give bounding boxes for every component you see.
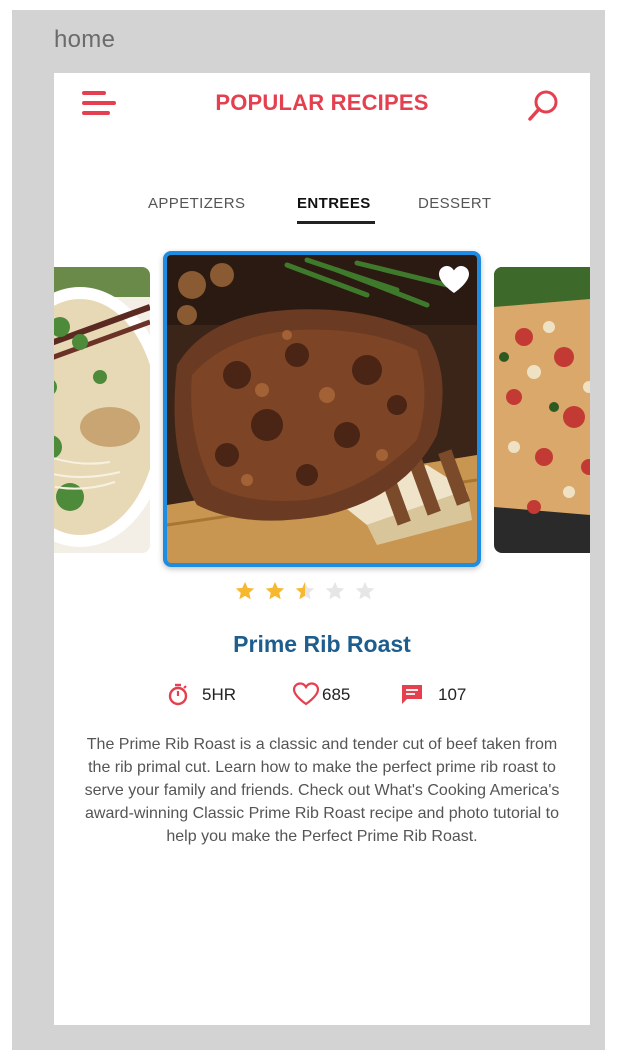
star-empty-icon [325, 581, 345, 600]
star-empty-icon [355, 581, 375, 600]
recipe-card-soup[interactable] [54, 267, 150, 553]
stopwatch-icon [168, 683, 188, 706]
favorite-heart-icon[interactable] [437, 265, 471, 295]
tab-entrees[interactable]: ENTREES [297, 195, 371, 212]
star-half-icon [295, 581, 315, 600]
prime-rib-photo [167, 255, 477, 563]
phone-screen: POPULAR RECIPES APPETIZERS ENTREES DESSE… [54, 73, 590, 1025]
star-full-icon [235, 581, 255, 600]
comments-count: 107 [438, 685, 467, 704]
app-header: POPULAR RECIPES [54, 73, 590, 143]
comment-icon[interactable] [400, 682, 424, 706]
cook-time: 5HR [202, 685, 237, 704]
recipe-title: Prime Rib Roast [233, 631, 411, 657]
heart-outline-icon[interactable] [292, 682, 320, 706]
page-title: POPULAR RECIPES [215, 90, 429, 115]
recipe-stats: 5HR 685 107 [54, 678, 590, 708]
featured-recipe-card[interactable] [163, 251, 481, 567]
star-rating [234, 580, 414, 604]
frame-label: home [54, 26, 116, 53]
search-icon[interactable] [524, 87, 562, 125]
recipe-card-pizza[interactable] [494, 267, 590, 553]
likes-count: 685 [322, 685, 351, 704]
category-tabs: APPETIZERS ENTREES DESSERT [54, 191, 590, 231]
tab-appetizers[interactable]: APPETIZERS [148, 195, 245, 212]
active-tab-indicator [297, 221, 375, 224]
recipe-description: The Prime Rib Roast is a classic and ten… [84, 736, 560, 845]
star-full-icon [265, 581, 285, 600]
tab-dessert[interactable]: DESSERT [418, 195, 491, 212]
